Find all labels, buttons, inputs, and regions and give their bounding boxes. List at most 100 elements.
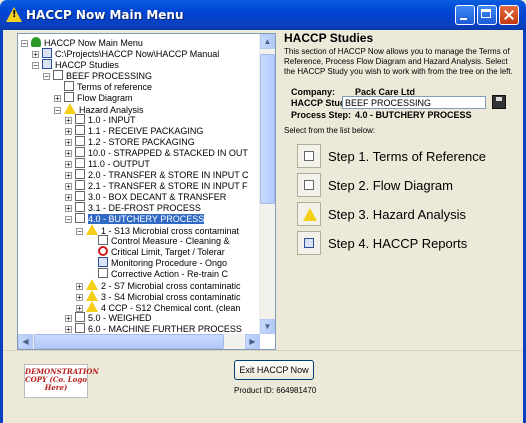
tree-node-selected[interactable]: −4.0 - BUTCHERY PROCESS <box>65 213 204 224</box>
expand-icon[interactable]: + <box>32 51 39 58</box>
terms-of-reference-button[interactable] <box>297 144 321 168</box>
panel-description: This section of HACCP Now allows you to … <box>284 47 516 77</box>
step-2-label[interactable]: Step 2. Flow Diagram <box>328 178 453 193</box>
critical-limit-icon <box>98 246 108 256</box>
scroll-thumb-horizontal[interactable] <box>34 334 224 349</box>
expand-icon[interactable]: + <box>65 172 72 179</box>
study-field[interactable]: BEEF PROCESSING <box>342 96 486 109</box>
tree-node[interactable]: −HACCP Now Main Menu <box>21 37 143 48</box>
collapse-icon[interactable]: − <box>21 40 28 47</box>
step-icon <box>75 136 85 146</box>
control-measure-icon <box>98 235 108 245</box>
tree-node[interactable]: Monitoring Procedure - Ongo <box>98 257 227 268</box>
panel-title: HACCP Studies <box>284 31 373 45</box>
save-icon[interactable] <box>492 95 506 109</box>
tree-node[interactable]: −1 - S13 Microbial cross contaminat <box>76 224 239 235</box>
expand-icon[interactable]: + <box>76 294 83 301</box>
tree-node[interactable]: −Hazard Analysis <box>54 103 144 114</box>
expand-icon[interactable]: + <box>65 205 72 212</box>
tree-node[interactable]: Terms of reference <box>64 81 152 92</box>
flow-diagram-button[interactable] <box>297 173 321 197</box>
expand-icon[interactable]: + <box>65 194 72 201</box>
step-icon <box>75 169 85 179</box>
hazard-icon <box>86 290 98 301</box>
scroll-right-icon[interactable]: ▶ <box>245 334 260 349</box>
exit-button[interactable]: Exit HACCP Now <box>234 360 314 380</box>
tree-node[interactable]: +3.0 - BOX DECANT & TRANSFER <box>65 191 226 202</box>
title-bar[interactable]: HACCP Now Main Menu <box>0 0 526 30</box>
product-id: Product ID: 664981470 <box>234 386 316 395</box>
expand-icon[interactable]: + <box>65 315 72 322</box>
manual-icon <box>42 48 52 58</box>
tree-node[interactable]: Control Measure - Cleaning & <box>98 235 230 246</box>
step-icon <box>75 158 85 168</box>
tree-node[interactable]: +C:\Projects\HACCP Now\HACCP Manual <box>32 48 219 59</box>
tree-node[interactable]: −BEEF PROCESSING <box>43 70 152 81</box>
expand-icon[interactable]: + <box>76 283 83 290</box>
terms-icon <box>304 151 314 161</box>
tree-node[interactable]: +5.0 - WEIGHED <box>65 312 152 323</box>
collapse-icon[interactable]: − <box>43 73 50 80</box>
flow-icon <box>304 180 314 190</box>
tree-node[interactable]: +6.0 - MACHINE FURTHER PROCESS <box>65 323 242 334</box>
warning-icon <box>6 7 22 22</box>
expand-icon[interactable]: + <box>76 305 83 312</box>
expand-icon[interactable]: + <box>65 117 72 124</box>
tree-node[interactable]: +Flow Diagram <box>54 92 133 103</box>
step-4-label[interactable]: Step 4. HACCP Reports <box>328 236 467 251</box>
window-title: HACCP Now Main Menu <box>26 8 184 22</box>
expand-icon[interactable]: + <box>65 161 72 168</box>
tree-node[interactable]: +11.0 - OUTPUT <box>65 158 150 169</box>
tree-node[interactable]: +3 - S4 Microbial cross contaminatic <box>76 290 241 301</box>
tree-node[interactable]: +4 CCP - S12 Chemical cont. (clean <box>76 301 240 312</box>
collapse-icon[interactable]: − <box>32 62 39 69</box>
step-1-label[interactable]: Step 1. Terms of Reference <box>328 149 486 164</box>
footer-divider <box>3 350 523 351</box>
collapse-icon[interactable]: − <box>65 216 72 223</box>
tree-node[interactable]: −HACCP Studies <box>32 59 119 70</box>
tree-node[interactable]: Critical Limit, Target / Tolerar <box>98 246 225 257</box>
step-icon <box>75 180 85 190</box>
hazard-analysis-button[interactable] <box>297 202 321 226</box>
tree-node[interactable]: Corrective Action - Re-train C <box>98 268 228 279</box>
tree-vertical-scrollbar[interactable]: ▲ ▼ <box>259 34 275 334</box>
collapse-icon[interactable]: − <box>76 228 83 235</box>
tree-node[interactable]: +1.1 - RECEIVE PACKAGING <box>65 125 203 136</box>
close-button[interactable] <box>499 5 519 25</box>
company-label: Company: <box>291 87 335 97</box>
tree-node[interactable]: +3.1 - DE-FROST PROCESS <box>65 202 201 213</box>
expand-icon[interactable]: + <box>65 128 72 135</box>
expand-icon[interactable]: + <box>65 150 72 157</box>
scroll-thumb[interactable] <box>260 54 275 204</box>
tree-node[interactable]: +2 - S7 Microbial cross contaminatic <box>76 279 241 290</box>
step-3-label[interactable]: Step 3. Hazard Analysis <box>328 207 466 222</box>
expand-icon[interactable]: + <box>54 95 61 102</box>
step-icon <box>75 312 85 322</box>
minimize-button[interactable] <box>455 5 475 25</box>
tree-node[interactable]: +1.2 - STORE PACKAGING <box>65 136 195 147</box>
expand-icon[interactable]: + <box>65 326 72 333</box>
warning-icon <box>303 208 317 221</box>
collapse-icon[interactable]: − <box>54 107 61 114</box>
step-icon <box>75 147 85 157</box>
scroll-up-icon[interactable]: ▲ <box>260 34 275 49</box>
haccp-reports-button[interactable] <box>297 231 321 255</box>
expand-icon[interactable]: + <box>65 183 72 190</box>
step-icon <box>75 323 85 333</box>
tree-node[interactable]: +2.1 - TRANSFER & STORE IN INPUT F <box>65 180 248 191</box>
expand-icon[interactable]: + <box>65 139 72 146</box>
study-tree[interactable]: −HACCP Now Main Menu +C:\Projects\HACCP … <box>17 33 276 350</box>
reports-icon <box>304 238 314 248</box>
scroll-down-icon[interactable]: ▼ <box>260 319 275 334</box>
tree-node[interactable]: +2.0 - TRANSFER & STORE IN INPUT C <box>65 169 249 180</box>
tree-node[interactable]: +10.0 - STRAPPED & STACKED IN OUT <box>65 147 248 158</box>
maximize-button[interactable] <box>477 5 497 25</box>
scroll-left-icon[interactable]: ◀ <box>18 334 33 349</box>
process-step-value: 4.0 - BUTCHERY PROCESS <box>355 110 472 120</box>
step-icon <box>75 202 85 212</box>
tree-horizontal-scrollbar[interactable]: ◀ ▶ <box>18 334 260 349</box>
studies-icon <box>42 59 52 69</box>
tree-node[interactable]: +1.0 - INPUT <box>65 114 136 125</box>
hazard-icon <box>64 103 76 114</box>
hazard-icon <box>86 301 98 312</box>
